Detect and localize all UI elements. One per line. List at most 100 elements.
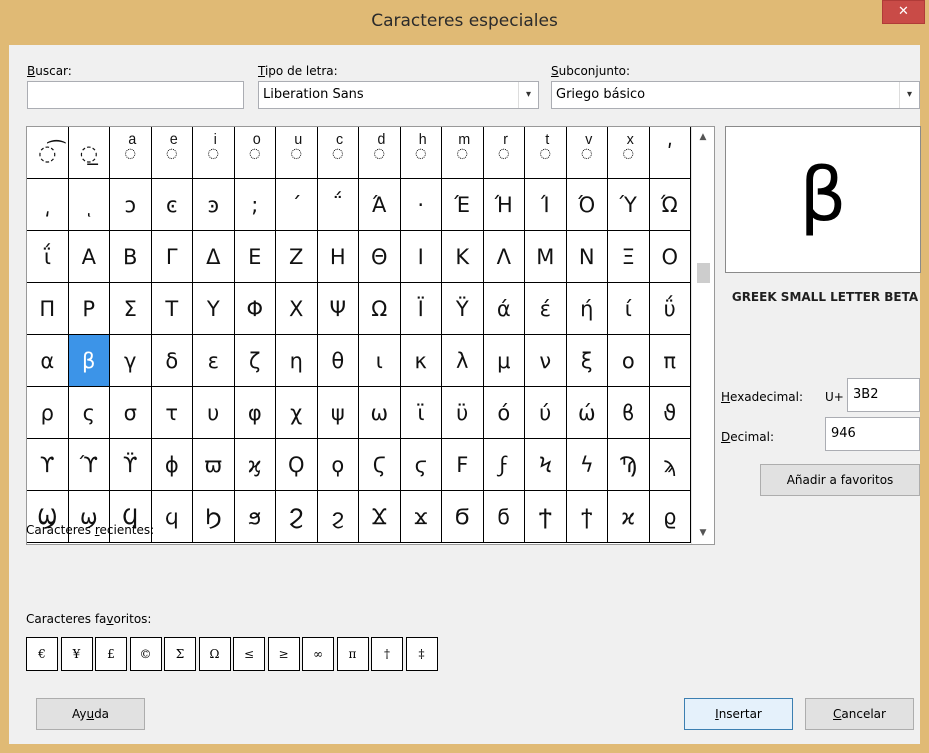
character-cell[interactable]: ͺ xyxy=(68,179,110,231)
favorite-character[interactable]: ∞ xyxy=(302,637,334,671)
decimal-input[interactable]: 946 xyxy=(825,417,920,451)
character-cell[interactable]: γ xyxy=(110,335,152,387)
character-cell[interactable]: ω xyxy=(359,387,401,439)
character-cell[interactable]: ◌ͯ xyxy=(608,127,650,179)
character-cell[interactable]: ΰ xyxy=(649,283,691,335)
character-cell[interactable]: ◌ͣ xyxy=(110,127,152,179)
character-cell[interactable]: ͼ xyxy=(151,179,193,231)
character-cell[interactable]: ϯ xyxy=(566,491,608,543)
favorite-character[interactable]: © xyxy=(129,637,162,671)
character-cell[interactable]: Ό xyxy=(566,179,608,231)
character-cell[interactable]: ◌ͥ xyxy=(193,127,235,179)
character-cell[interactable]: Ϯ xyxy=(525,491,567,543)
search-input[interactable] xyxy=(27,81,244,109)
character-cell[interactable]: ϡ xyxy=(649,439,691,491)
character-cell[interactable]: Ή xyxy=(483,179,525,231)
cancel-button[interactable]: Cancelar xyxy=(805,698,914,730)
character-cell[interactable]: ◌ͮ xyxy=(566,127,608,179)
character-cell[interactable]: Ϧ xyxy=(193,491,235,543)
character-cell[interactable]: Ζ xyxy=(276,231,318,283)
character-cell[interactable]: ͽ xyxy=(193,179,235,231)
character-cell[interactable]: κ xyxy=(400,335,442,387)
character-cell[interactable]: ◌ͩ xyxy=(359,127,401,179)
character-cell[interactable]: ͵ xyxy=(27,179,69,231)
scrollbar-thumb[interactable] xyxy=(697,263,710,283)
character-cell[interactable]: Ϫ xyxy=(359,491,401,543)
character-cell[interactable]: τ xyxy=(151,387,193,439)
character-cell[interactable]: Χ xyxy=(276,283,318,335)
character-cell[interactable]: Ϋ xyxy=(442,283,484,335)
character-cell[interactable]: Ϭ xyxy=(442,491,484,543)
character-cell[interactable]: ϝ xyxy=(483,439,525,491)
character-cell[interactable]: Θ xyxy=(359,231,401,283)
character-cell[interactable]: ο xyxy=(608,335,650,387)
character-cell[interactable]: β xyxy=(68,335,110,387)
character-cell[interactable]: ϱ xyxy=(649,491,691,543)
character-cell[interactable]: Ξ xyxy=(608,231,650,283)
favorite-character[interactable]: ‡ xyxy=(405,637,438,671)
character-cell[interactable]: ι xyxy=(359,335,401,387)
character-cell[interactable]: Β xyxy=(110,231,152,283)
scroll-up-icon[interactable]: ▲ xyxy=(692,129,714,146)
scroll-down-icon[interactable]: ▼ xyxy=(692,525,714,542)
character-cell[interactable]: ◌ͭ xyxy=(525,127,567,179)
character-cell[interactable]: ϫ xyxy=(400,491,442,543)
character-cell[interactable]: ύ xyxy=(525,387,567,439)
character-cell[interactable]: ◌ͪ xyxy=(400,127,442,179)
subset-select[interactable]: Griego básico ▾ xyxy=(551,81,920,109)
character-cell[interactable]: Ο xyxy=(649,231,691,283)
character-cell[interactable]: Ϙ xyxy=(276,439,318,491)
character-cell[interactable]: ϔ xyxy=(110,439,152,491)
character-cell[interactable]: ◌͡ xyxy=(27,127,69,179)
character-cell[interactable]: Ω xyxy=(359,283,401,335)
character-cell[interactable]: Ρ xyxy=(68,283,110,335)
character-cell[interactable]: ϧ xyxy=(234,491,276,543)
character-cell[interactable]: Ϩ xyxy=(276,491,318,543)
character-cell[interactable]: ρ xyxy=(27,387,69,439)
character-cell[interactable]: ◌ͬ xyxy=(483,127,525,179)
character-cell[interactable]: ◌ͦ xyxy=(234,127,276,179)
character-cell[interactable]: ; xyxy=(234,179,276,231)
hexadecimal-input[interactable]: 3B2 xyxy=(847,378,920,412)
close-button[interactable]: ✕ xyxy=(882,0,925,24)
character-cell[interactable]: ί xyxy=(608,283,650,335)
character-cell[interactable]: ά xyxy=(483,283,525,335)
character-cell[interactable]: Ν xyxy=(566,231,608,283)
character-cell[interactable]: ◌̲ xyxy=(68,127,110,179)
character-cell[interactable]: ◌ͤ xyxy=(151,127,193,179)
character-cell[interactable]: Ϡ xyxy=(608,439,650,491)
character-cell[interactable]: ϰ xyxy=(608,491,650,543)
character-cell[interactable]: ϋ xyxy=(442,387,484,439)
character-cell[interactable]: ψ xyxy=(317,387,359,439)
character-cell[interactable]: δ xyxy=(151,335,193,387)
character-cell[interactable]: ϥ xyxy=(151,491,193,543)
character-cell[interactable]: ϒ xyxy=(27,439,69,491)
character-cell[interactable]: Ϊ xyxy=(400,283,442,335)
character-cell[interactable]: · xyxy=(400,179,442,231)
favorite-character[interactable]: Σ xyxy=(164,637,196,671)
character-cell[interactable]: Ύ xyxy=(608,179,650,231)
character-cell[interactable]: θ xyxy=(317,335,359,387)
character-cell[interactable]: Φ xyxy=(234,283,276,335)
character-cell[interactable]: ς xyxy=(68,387,110,439)
add-to-favorites-button[interactable]: Añadir a favoritos xyxy=(760,464,920,496)
favorite-character[interactable]: £ xyxy=(95,637,127,671)
character-cell[interactable]: Ϝ xyxy=(442,439,484,491)
character-cell[interactable]: Ψ xyxy=(317,283,359,335)
character-cell[interactable]: Ε xyxy=(234,231,276,283)
character-cell[interactable]: ϓ xyxy=(68,439,110,491)
character-cell[interactable]: ΅ xyxy=(317,179,359,231)
character-cell[interactable]: Η xyxy=(317,231,359,283)
character-cell[interactable]: Κ xyxy=(442,231,484,283)
character-cell[interactable]: Π xyxy=(27,283,69,335)
chevron-down-icon[interactable]: ▾ xyxy=(518,82,538,108)
font-select[interactable]: Liberation Sans ▾ xyxy=(258,81,539,109)
character-cell[interactable]: μ xyxy=(483,335,525,387)
character-cell[interactable]: ʹ xyxy=(649,127,691,179)
favorite-character[interactable]: † xyxy=(371,637,403,671)
character-cell[interactable]: Σ xyxy=(110,283,152,335)
character-cell[interactable]: ◌ͨ xyxy=(317,127,359,179)
character-cell[interactable]: ϭ xyxy=(483,491,525,543)
character-cell[interactable]: λ xyxy=(442,335,484,387)
character-cell[interactable]: Υ xyxy=(193,283,235,335)
